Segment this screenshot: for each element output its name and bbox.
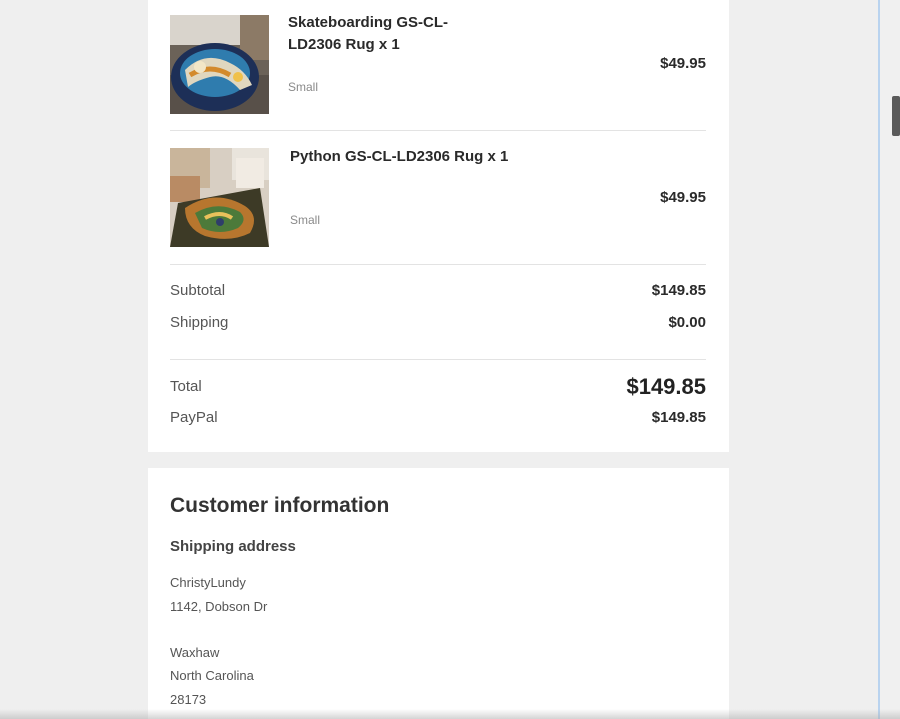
payment-row: PayPal $149.85 <box>170 409 706 431</box>
total-row: Total $149.85 <box>170 374 706 403</box>
section-title: Customer information <box>170 494 390 517</box>
product-thumbnail[interactable] <box>170 15 269 114</box>
shipping-address-heading: Shipping address <box>170 538 296 555</box>
payment-method-label: PayPal <box>170 409 218 426</box>
address-street: 1142, Dobson Dr <box>170 599 268 614</box>
subtotal-row: Subtotal $149.85 <box>170 282 706 304</box>
address-city: Waxhaw <box>170 645 220 660</box>
product-variant: Small <box>288 80 319 94</box>
product-title: Python GS-CL-LD2306 Rug x 1 <box>290 148 509 165</box>
subtotal-value: $149.85 <box>651 282 706 299</box>
scrollbar-thumb[interactable] <box>892 96 900 136</box>
shipping-row: Shipping $0.00 <box>170 314 706 336</box>
bottom-shadow <box>0 709 900 719</box>
product-price: $49.95 <box>660 189 706 206</box>
python-rug-image <box>170 148 269 247</box>
product-variant: Small <box>290 213 321 227</box>
product-thumbnail[interactable] <box>170 148 269 247</box>
skateboard-rug-image <box>170 15 269 114</box>
product-title: Skateboarding GS-CL-LD2306 Rug x 1 <box>288 14 449 53</box>
scrollbar[interactable] <box>878 0 900 719</box>
total-label: Total <box>170 378 202 395</box>
product-price: $49.95 <box>660 55 706 72</box>
shipping-label: Shipping <box>170 314 229 331</box>
order-summary-card: Skateboarding GS-CL-LD2306 Rug x 1 Small… <box>148 0 729 452</box>
address-name: ChristyLundy <box>170 575 246 590</box>
total-divider <box>170 359 706 360</box>
total-value: $149.85 <box>626 374 706 399</box>
shipping-value: $0.00 <box>668 314 706 331</box>
address-state: North Carolina <box>170 668 254 683</box>
line-item: Python GS-CL-LD2306 Rug x 1 Small $49.95 <box>170 131 706 265</box>
line-item: Skateboarding GS-CL-LD2306 Rug x 1 Small… <box>170 0 706 131</box>
address-zip: 28173 <box>170 692 207 707</box>
customer-information-card: Customer information Shipping address Ch… <box>148 468 729 719</box>
subtotal-label: Subtotal <box>170 282 226 299</box>
payment-value: $149.85 <box>651 409 706 426</box>
